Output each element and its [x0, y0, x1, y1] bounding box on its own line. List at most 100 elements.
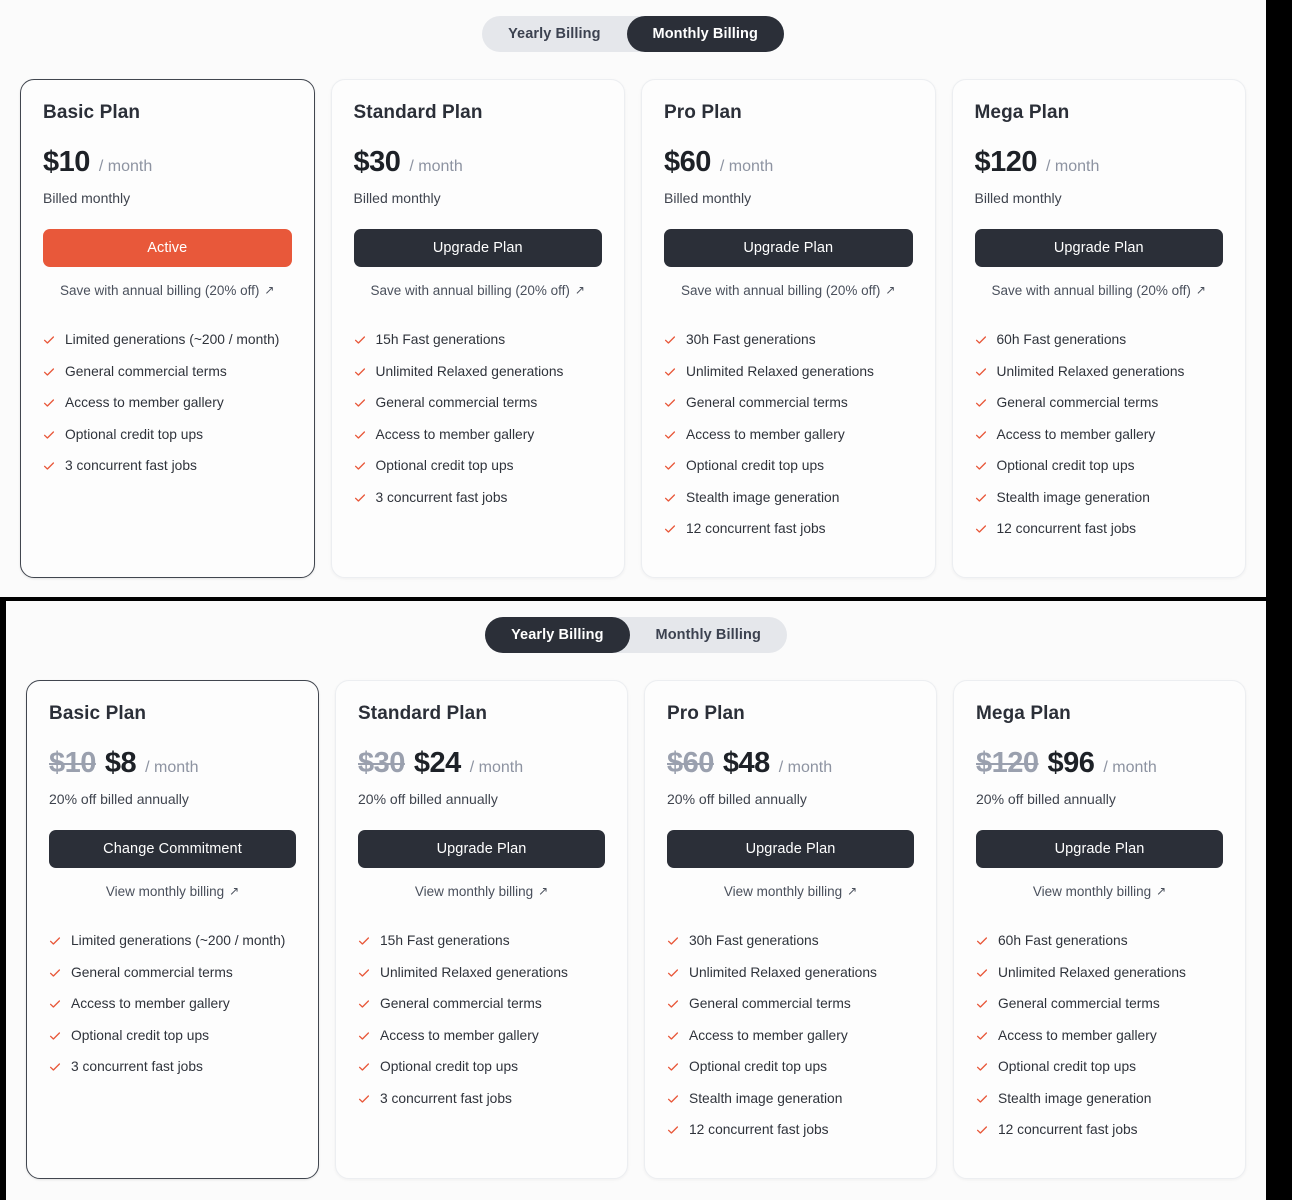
feature-item: General commercial terms — [43, 364, 292, 381]
billing-switch-link[interactable]: Save with annual billing (20% off) ↗ — [43, 283, 292, 298]
plan-cta-button[interactable]: Upgrade Plan — [667, 830, 914, 868]
check-icon — [43, 366, 55, 378]
check-icon — [49, 1030, 61, 1042]
check-icon — [667, 998, 679, 1010]
billing-switch-link[interactable]: Save with annual billing (20% off) ↗ — [354, 283, 603, 298]
check-icon — [358, 1030, 370, 1042]
price-amount: $120 — [974, 146, 1038, 178]
feature-list: 60h Fast generations Unlimited Relaxed ge… — [976, 933, 1223, 1139]
feature-label: General commercial terms — [996, 395, 1159, 411]
plan-cta-button[interactable]: Upgrade Plan — [974, 229, 1223, 267]
feature-list: 15h Fast generations Unlimited Relaxed ge… — [358, 933, 605, 1107]
billing-switch-link[interactable]: Save with annual billing (20% off) ↗ — [975, 283, 1224, 298]
billing-switch-link[interactable]: Save with annual billing (20% off) ↗ — [664, 283, 913, 298]
feature-label: Limited generations (~200 / month) — [71, 933, 286, 948]
feature-item: Unlimited Relaxed generations — [354, 364, 603, 381]
feature-label: Access to member gallery — [686, 426, 845, 442]
feature-label: 15h Fast generations — [375, 332, 506, 347]
price-amount: $60 — [664, 146, 711, 178]
plan-name: Basic Plan — [49, 703, 147, 724]
billing-switch-link-label: View monthly billing — [1032, 884, 1152, 899]
feature-item: Access to member gallery — [49, 996, 296, 1013]
price-period: / month — [145, 759, 199, 776]
price-amount: $24 — [413, 747, 461, 779]
toggle-option-monthly-billing[interactable]: Monthly Billing — [630, 617, 787, 653]
check-icon — [354, 429, 366, 441]
toggle-option-yearly-billing[interactable]: Yearly Billing — [482, 16, 626, 52]
feature-label: Optional credit top ups — [380, 1059, 519, 1075]
check-icon — [43, 460, 55, 472]
check-icon — [358, 998, 370, 1010]
feature-label: Unlimited Relaxed generations — [686, 363, 874, 379]
plan-cta-button[interactable]: Upgrade Plan — [664, 229, 913, 267]
feature-label: Optional credit top ups — [998, 1059, 1137, 1075]
plan-name: Basic Plan — [43, 102, 141, 123]
feature-item: 15h Fast generations — [354, 332, 603, 349]
price-period: / month — [469, 759, 524, 776]
feature-label: Access to member gallery — [689, 1027, 848, 1043]
feature-label: 3 concurrent fast jobs — [375, 489, 508, 505]
feature-item: General commercial terms — [49, 965, 296, 982]
feature-label: General commercial terms — [380, 996, 542, 1012]
check-icon — [667, 1124, 679, 1136]
feature-item: 60h Fast generations — [976, 933, 1223, 950]
feature-item: General commercial terms — [975, 395, 1224, 412]
price-amount: $8 — [104, 747, 137, 779]
feature-list: 30h Fast generations Unlimited Relaxed ge… — [664, 332, 913, 538]
plan-cta-button[interactable]: Upgrade Plan — [358, 830, 605, 868]
feature-label: 30h Fast generations — [689, 933, 819, 948]
check-icon — [976, 1124, 988, 1136]
price-period: / month — [778, 759, 833, 776]
price-period: / month — [409, 158, 463, 175]
billing-toggle[interactable]: Yearly Billing Monthly Billing — [485, 617, 787, 653]
toggle-option-monthly-billing[interactable]: Monthly Billing — [626, 16, 784, 52]
billing-switch-link[interactable]: View monthly billing ↗ — [358, 884, 605, 899]
feature-label: Unlimited Relaxed generations — [996, 363, 1185, 379]
feature-label: Access to member gallery — [380, 1027, 539, 1043]
billing-switch-link[interactable]: View monthly billing ↗ — [49, 884, 296, 899]
billing-switch-link[interactable]: View monthly billing ↗ — [667, 884, 914, 899]
check-icon — [976, 935, 988, 947]
feature-label: Stealth image generation — [689, 1090, 843, 1106]
feature-label: 60h Fast generations — [998, 933, 1128, 948]
check-icon — [358, 935, 370, 947]
feature-item: Access to member gallery — [43, 395, 292, 412]
feature-item: Limited generations (~200 / month) — [49, 933, 296, 950]
plan-cta-button[interactable]: Change Commitment — [49, 830, 296, 868]
plan-cta-button[interactable]: Upgrade Plan — [976, 830, 1223, 868]
feature-item: Optional credit top ups — [664, 458, 913, 475]
feature-item: Unlimited Relaxed generations — [975, 364, 1224, 381]
feature-item: Access to member gallery — [354, 427, 603, 444]
check-icon — [976, 1030, 988, 1042]
feature-list: 15h Fast generations Unlimited Relaxed ge… — [354, 332, 603, 506]
feature-item: 3 concurrent fast jobs — [358, 1091, 605, 1108]
check-icon — [358, 1093, 370, 1105]
check-icon — [975, 429, 987, 441]
check-icon — [664, 492, 676, 504]
billing-switch-link[interactable]: View monthly billing ↗ — [976, 884, 1223, 899]
price-amount: $10 — [43, 146, 90, 178]
plan-cta-button[interactable]: Upgrade Plan — [353, 229, 602, 267]
feature-label: Optional credit top ups — [375, 458, 514, 474]
feature-item: Unlimited Relaxed generations — [664, 364, 913, 381]
active-plan-button[interactable]: Active — [43, 229, 292, 267]
feature-label: Optional credit top ups — [65, 426, 204, 442]
toggle-option-yearly-billing[interactable]: Yearly Billing — [485, 617, 630, 653]
feature-label: General commercial terms — [998, 996, 1160, 1012]
billing-note: 20% off billed annually — [976, 791, 1116, 807]
pricing-card-standard-plan: Standard Plan $30 / month Billed monthly Upg… — [330, 79, 625, 578]
feature-label: Optional credit top ups — [996, 458, 1135, 474]
check-icon — [664, 366, 676, 378]
pricing-card-standard-plan: Standard Plan $30 $24 / month 20% off billed… — [335, 680, 628, 1179]
billing-switch-link-label: Save with annual billing (20% off) — [60, 283, 260, 298]
check-icon — [43, 429, 55, 441]
price-amount: $30 — [353, 146, 401, 178]
feature-item: Access to member gallery — [664, 427, 913, 444]
feature-label: Stealth image generation — [996, 489, 1150, 505]
price-amount: $96 — [1047, 747, 1095, 779]
check-icon — [664, 429, 676, 441]
price-original-strikethrough: $10 — [49, 747, 96, 779]
billing-toggle[interactable]: Yearly Billing Monthly Billing — [482, 16, 784, 52]
price-period: / month — [98, 158, 153, 175]
check-icon — [354, 334, 366, 346]
